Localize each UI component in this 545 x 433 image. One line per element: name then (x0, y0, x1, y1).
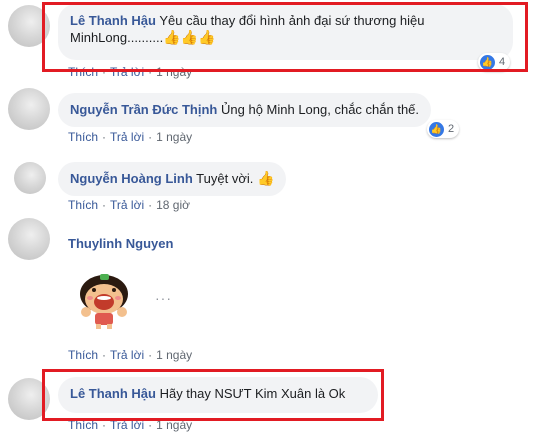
reaction-count[interactable]: 👍 4 (478, 53, 511, 71)
comment-bubble: Lê Thanh Hậu Yêu cầu thay đổi hình ảnh đ… (58, 4, 513, 60)
reply-link[interactable]: Trả lời (110, 198, 144, 212)
reaction-count-value: 4 (499, 56, 506, 68)
thumbs-up-emoji-icon: 👍 (256, 170, 275, 186)
comment-text: Ủng hộ Minh Long, chắc chắn thế. (221, 102, 420, 117)
avatar[interactable] (8, 218, 50, 260)
reply-link[interactable]: Trả lời (110, 65, 144, 79)
reaction-count-value: 2 (448, 123, 455, 135)
reply-link[interactable]: Trả lời (110, 348, 144, 362)
reply-link[interactable]: Trả lời (110, 130, 144, 144)
comment-time[interactable]: 1 ngày (156, 418, 192, 432)
reply-link[interactable]: Trả lời (110, 418, 144, 432)
like-link[interactable]: Thích (68, 418, 98, 432)
avatar[interactable] (8, 88, 50, 130)
laughing-girl-sticker-icon (80, 274, 128, 329)
comment-actions: Thích · Trả lời · 1 ngày (68, 418, 193, 432)
comment-bubble: Nguyễn Trần Đức Thịnh Ủng hộ Minh Long, … (58, 93, 432, 127)
comment-bubble: Lê Thanh Hậu Hãy thay NSƯT Kim Xuân là O… (58, 377, 378, 413)
commenter-name[interactable]: Nguyễn Trần Đức Thịnh (70, 102, 217, 117)
like-link[interactable]: Thích (68, 130, 98, 144)
reaction-count[interactable]: 👍 2 (427, 120, 460, 138)
comment-text: Hãy thay NSƯT Kim Xuân là Ok (159, 386, 346, 401)
commenter-name[interactable]: Lê Thanh Hậu (70, 13, 156, 28)
comment-time[interactable]: 1 ngày (156, 348, 192, 362)
avatar[interactable] (14, 162, 46, 194)
comment-actions: Thích · Trả lời · 1 ngày (68, 348, 193, 362)
comment-actions: Thích · Trả lời · 1 ngày (68, 130, 193, 144)
like-link[interactable]: Thích (68, 348, 98, 362)
comment-bubble: Nguyễn Hoàng Linh Tuyệt vời. 👍 (58, 162, 287, 196)
comment-time[interactable]: 18 giờ (156, 198, 190, 212)
comment-text: Tuyệt vời. (196, 171, 254, 186)
comment-actions: Thích · Trả lời · 18 giờ (68, 198, 190, 212)
thumbs-up-emoji-icon: 👍👍👍 (163, 29, 216, 45)
comment-actions: Thích · Trả lời · 1 ngày (68, 65, 193, 79)
commenter-name[interactable]: Lê Thanh Hậu (70, 386, 156, 401)
like-link[interactable]: Thích (68, 65, 98, 79)
comment-time[interactable]: 1 ngày (156, 130, 192, 144)
like-link[interactable]: Thích (68, 198, 98, 212)
like-reaction-icon: 👍 (480, 54, 495, 70)
like-reaction-icon: 👍 (429, 121, 444, 137)
more-options-icon[interactable]: ··· (155, 290, 172, 306)
commenter-name[interactable]: Nguyễn Hoàng Linh (70, 171, 193, 186)
avatar[interactable] (8, 378, 50, 420)
comment-time[interactable]: 1 ngày (156, 65, 192, 79)
avatar[interactable] (8, 5, 50, 47)
commenter-name[interactable]: Thuylinh Nguyen (68, 236, 173, 251)
